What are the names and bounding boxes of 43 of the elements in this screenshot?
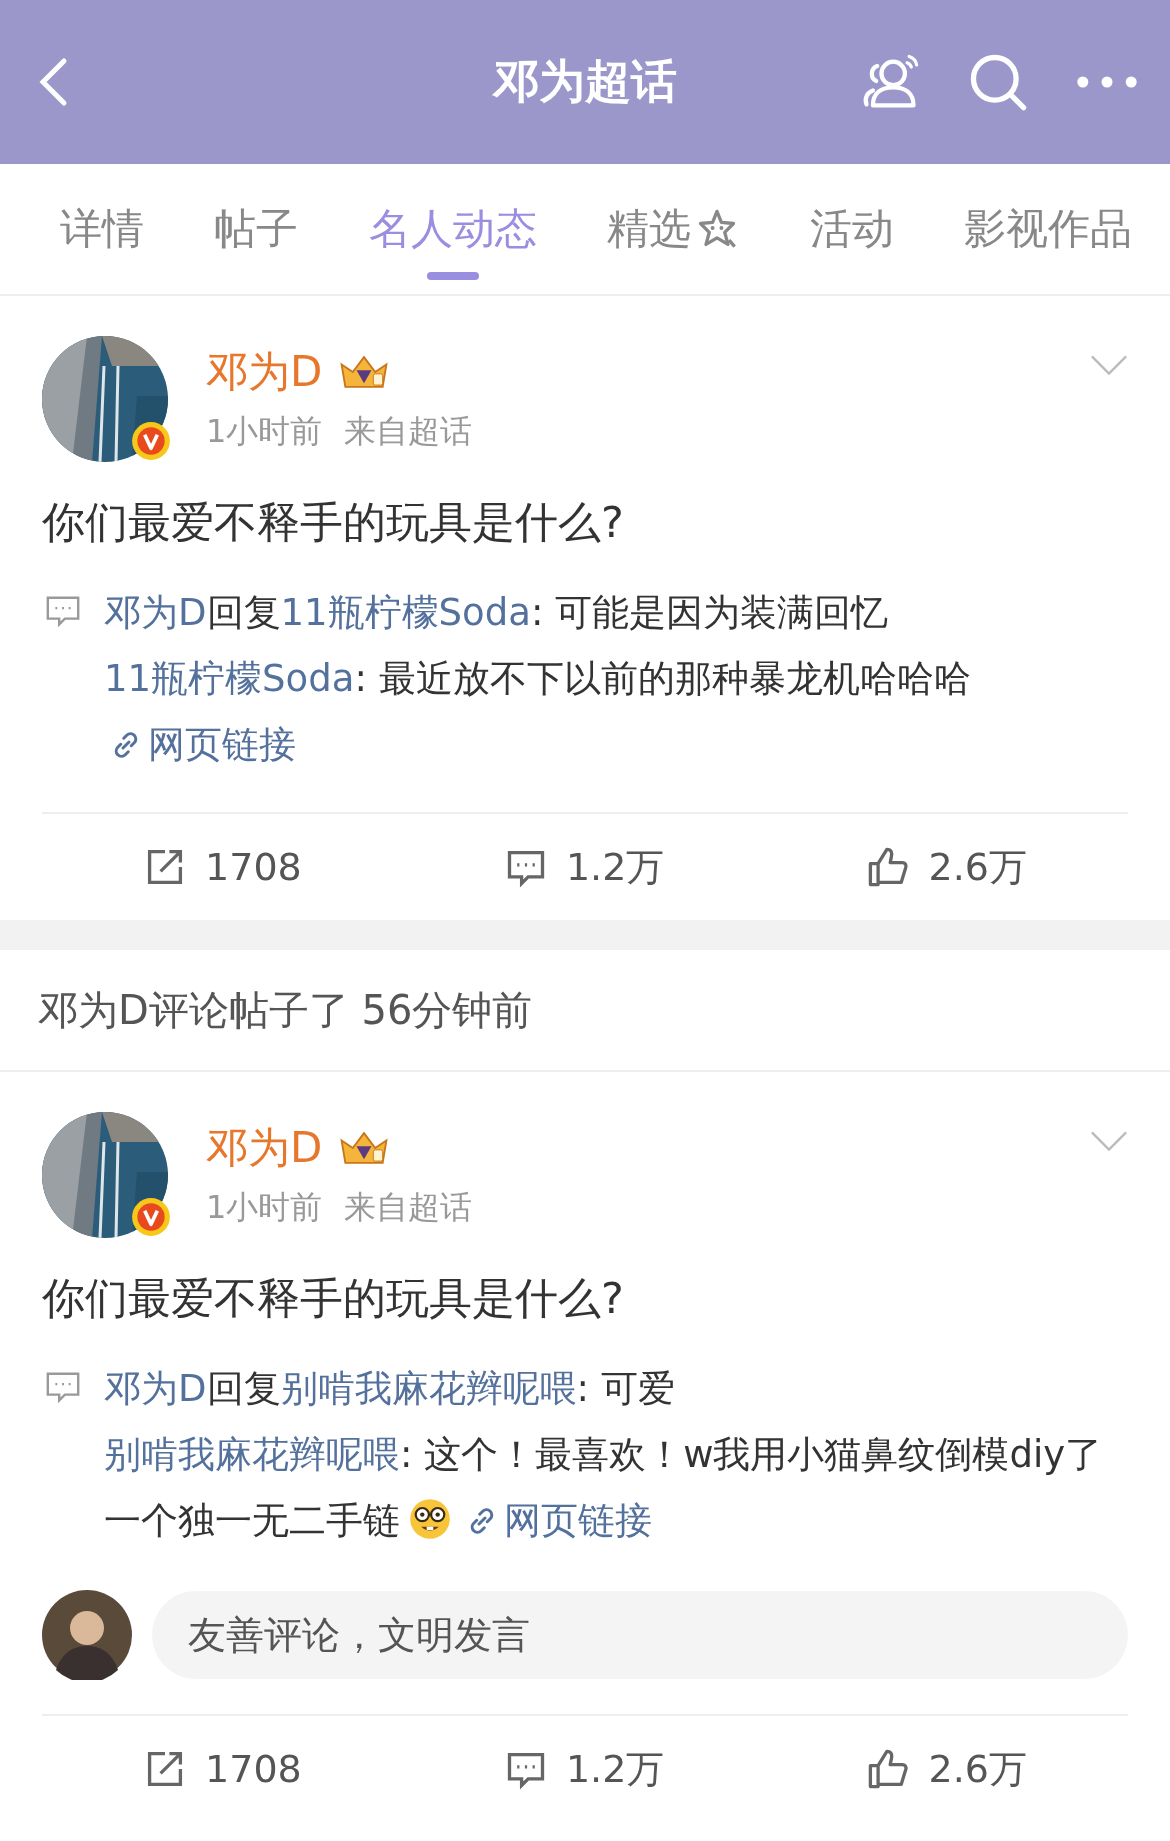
post-text: 你们最爱不释手的玩具是什么? [42, 496, 625, 549]
user-link[interactable]: 11瓶柠檬Soda [104, 657, 355, 700]
share-count: 1708 [205, 1747, 302, 1791]
tab[interactable]: 影视作品 [963, 164, 1132, 294]
post-text: 你们最爱不释手的玩具是什么? [42, 1272, 625, 1325]
web-link[interactable]: 网页链接 [460, 1499, 652, 1542]
user-link[interactable]: 别啃我麻花辫呢喂 [280, 1367, 577, 1410]
verified-badge-icon [130, 1196, 172, 1238]
tab[interactable]: 帖子 [214, 164, 299, 294]
nerd-face-icon [408, 1497, 452, 1541]
user-link[interactable]: 11瓶柠檬Soda [280, 591, 531, 634]
web-link[interactable]: 网页链接 [104, 723, 296, 766]
user-link[interactable]: 邓为D [104, 1367, 207, 1410]
page-title: 邓为超话 [493, 53, 677, 110]
verified-badge-icon [130, 420, 172, 462]
post-time: 1小时前 [206, 411, 323, 452]
tab[interactable]: 活动 [809, 164, 894, 294]
user-link[interactable]: 邓为D [104, 591, 207, 634]
post-source: 来自超话 [344, 411, 473, 452]
like-count: 2.6万 [928, 843, 1027, 891]
activity-text: 邓为D评论帖子了 56分钟前 [38, 985, 533, 1035]
thumbs-up-icon[interactable] [866, 1747, 911, 1791]
thumbs-up-icon[interactable] [866, 845, 911, 889]
user-link[interactable]: 别啃我麻花辫呢喂 [104, 1433, 400, 1476]
post-time: 1小时前 [206, 1187, 323, 1228]
author-name[interactable]: 邓为D [206, 1120, 323, 1176]
author-name[interactable]: 邓为D [206, 344, 323, 400]
comment-input[interactable]: 友善评论，文明发言 [152, 1591, 1128, 1679]
tab-indicator [426, 272, 479, 280]
like-count: 2.6万 [928, 1745, 1027, 1793]
quoted-comment: 别啃我麻花辫呢喂: 这个！最喜欢！w我用小猫鼻纹倒模diy了一个独一无二手链 网页链接 [104, 1432, 1104, 1544]
tab[interactable]: 名人动态 [368, 164, 537, 294]
post-source: 来自超话 [344, 1187, 473, 1228]
reply-text: 邓为D回复别啃我麻花辫呢喂: 可爱 [104, 1366, 676, 1412]
reply-text: 邓为D回复11瓶柠檬Soda: 可能是因为装满回忆 [104, 590, 890, 636]
user-avatar-icon [42, 1590, 132, 1680]
tab[interactable]: 精选 [607, 164, 740, 294]
comment-count: 1.2万 [565, 1745, 665, 1793]
tab[interactable]: 详情 [60, 164, 144, 294]
share-count: 1708 [205, 845, 302, 889]
back-icon[interactable] [38, 55, 68, 109]
quoted-comment: 11瓶柠檬Soda: 最近放不下以前的那种暴龙机哈哈哈 网页链接 [104, 656, 972, 768]
comment-count: 1.2万 [565, 843, 665, 891]
